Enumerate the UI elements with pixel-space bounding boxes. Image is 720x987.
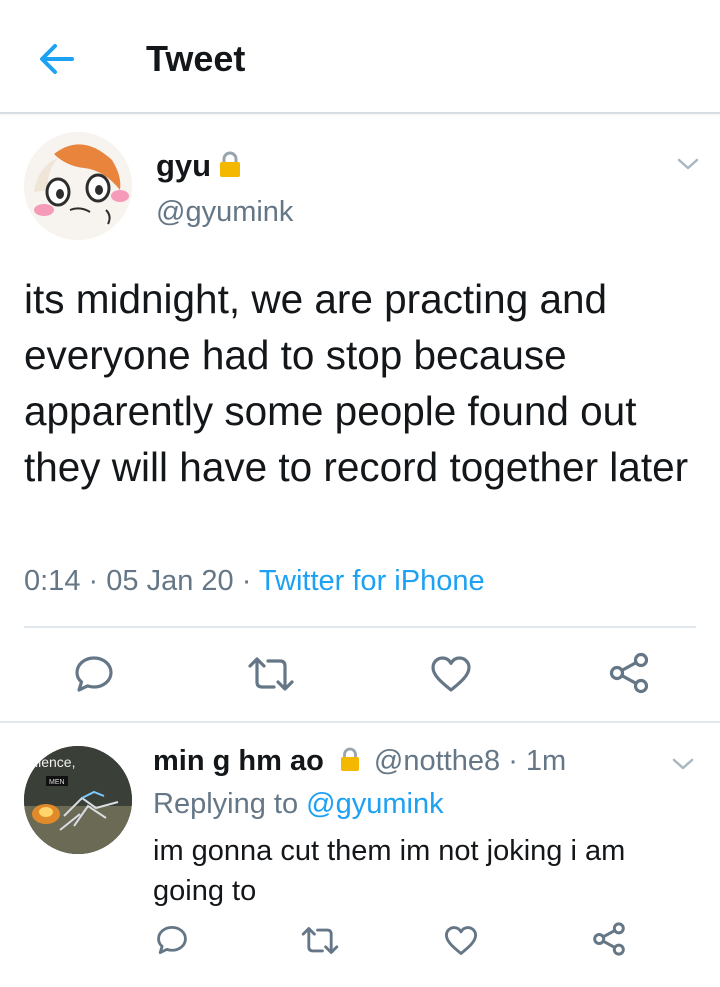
retweet-button[interactable]	[244, 654, 298, 694]
author-name[interactable]: gyu	[156, 148, 211, 184]
meme-avatar-image: silence, MEN	[24, 746, 132, 854]
reply-time: 1m	[525, 745, 567, 777]
reply-author-name[interactable]: min g hm ao	[153, 745, 324, 777]
tweet-text: its midnight, we are practing and everyo…	[24, 276, 689, 490]
tweet-meta: 0:14 · 05 Jan 20 · Twitter for iPhone	[24, 565, 485, 598]
meta-separator: ·	[88, 565, 99, 597]
like-button[interactable]	[442, 922, 480, 958]
like-button[interactable]	[428, 652, 474, 696]
avatar-caption: MEN	[49, 779, 65, 786]
replying-prefix: Replying to	[153, 788, 299, 820]
avatar-caption: silence,	[28, 754, 75, 770]
reply-button[interactable]	[70, 652, 118, 696]
retweet-icon	[248, 657, 294, 691]
lock-icon	[220, 151, 240, 177]
like-icon	[444, 925, 478, 955]
top-app-bar: Tweet	[0, 0, 720, 114]
divider	[0, 721, 720, 723]
reply-author-handle[interactable]: @notthe8	[374, 745, 500, 777]
like-icon	[431, 656, 471, 692]
reply-header: min g hm ao @notthe8 · 1m	[153, 745, 566, 778]
reply-icon	[157, 925, 187, 955]
retweet-button[interactable]	[298, 922, 342, 958]
retweet-icon	[301, 926, 339, 954]
replying-to: Replying to @gyumink	[153, 788, 444, 821]
arrow-left-icon	[40, 44, 74, 74]
tweet-time: 0:14	[24, 565, 81, 597]
meta-separator: ·	[241, 565, 252, 597]
share-button[interactable]	[606, 650, 652, 696]
share-icon	[609, 652, 649, 694]
hamster-avatar-image	[24, 132, 132, 240]
divider	[24, 626, 696, 628]
reply-icon	[75, 656, 113, 692]
chevron-down-icon[interactable]	[671, 756, 695, 772]
page-title: Tweet	[146, 38, 246, 79]
chevron-down-icon[interactable]	[676, 156, 700, 172]
tweet-date: 05 Jan 20	[106, 565, 234, 597]
replying-mention-link[interactable]: @gyumink	[306, 788, 443, 820]
lock-icon	[340, 747, 359, 771]
share-button[interactable]	[590, 920, 628, 958]
back-button[interactable]	[36, 38, 78, 80]
reply-button[interactable]	[153, 922, 191, 958]
share-icon	[593, 922, 625, 956]
tweet-source-link[interactable]: Twitter for iPhone	[259, 565, 485, 597]
avatar[interactable]	[24, 132, 132, 240]
reply-text: im gonna cut them im not joking i am goi…	[153, 835, 626, 907]
meta-separator: ·	[508, 745, 518, 777]
reply-avatar[interactable]: silence, MEN	[24, 746, 132, 854]
author-handle[interactable]: @gyumink	[156, 196, 293, 229]
